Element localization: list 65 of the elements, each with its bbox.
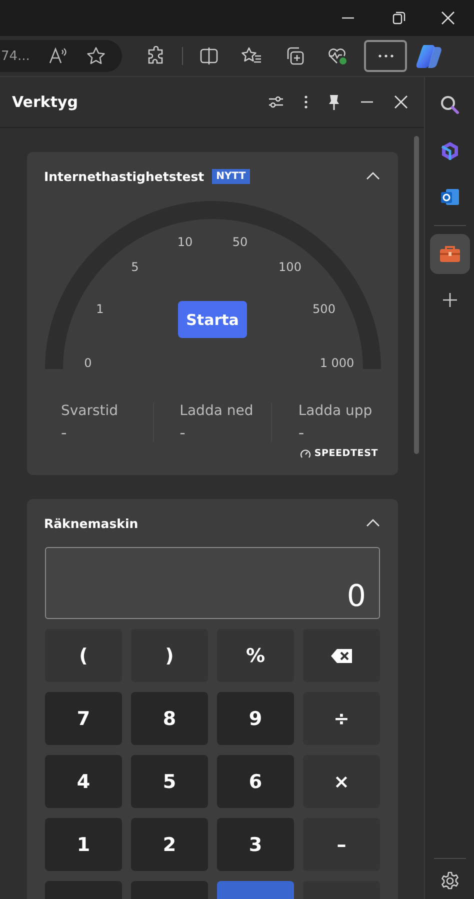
backspace-key[interactable] (303, 629, 380, 682)
start-button[interactable]: Starta (178, 301, 247, 338)
provider-logo-text: SPEEDTEST (314, 448, 378, 459)
minimize-icon[interactable] (360, 101, 374, 103)
backspace-icon (330, 648, 354, 664)
more-vertical-icon[interactable] (304, 95, 308, 109)
collapse-icon[interactable] (366, 519, 380, 527)
collapse-icon[interactable] (366, 172, 380, 180)
stat-label: Ladda upp (298, 403, 374, 419)
calculator-key[interactable]: % (217, 629, 294, 682)
heart-pulse-icon[interactable] (327, 46, 349, 66)
stat-value: - (61, 423, 68, 442)
settings-icon[interactable] (440, 871, 460, 891)
scrollbar-thumb[interactable] (414, 136, 419, 454)
stat-value: - (298, 423, 306, 442)
close-icon[interactable] (441, 11, 455, 25)
stat-label: Ladda ned (180, 403, 254, 419)
card-title: Räknemaskin (44, 516, 138, 530)
add-icon (442, 292, 458, 308)
gauge-tick-label: 1 000 (320, 356, 354, 370)
calculator-key[interactable]: 4 (45, 755, 122, 808)
calculator-key[interactable]: × (303, 755, 380, 808)
calculator-key[interactable]: 5 (131, 755, 208, 808)
address-bar[interactable]: 74... (0, 40, 122, 72)
collections-icon[interactable] (285, 46, 305, 66)
search-icon (440, 95, 460, 115)
split-screen-icon[interactable] (199, 47, 219, 65)
gauge-tick-label: 5 (131, 260, 139, 274)
stat-value: - (180, 423, 186, 442)
gauge-tick-label: 0 (84, 356, 92, 370)
toolbox-icon (438, 245, 460, 263)
read-aloud-icon[interactable] (48, 47, 68, 65)
gauge-tick-label: 100 (278, 260, 302, 274)
calculator-key[interactable]: 6 (217, 755, 294, 808)
restore-icon[interactable] (392, 11, 406, 25)
hexagon-logo-icon (440, 141, 460, 161)
calculator-key[interactable]: 2 (131, 818, 208, 871)
new-badge: NYTT (212, 168, 250, 184)
calculator-key[interactable]: 1 (45, 818, 122, 871)
mail-app-icon (440, 187, 460, 207)
calculator-key[interactable]: 9 (217, 692, 294, 745)
settings-sliders-icon[interactable] (268, 95, 284, 109)
more-icon (378, 54, 394, 58)
calculator-key[interactable]: ÷ (303, 692, 380, 745)
card-title: Internethastighetstest (44, 168, 204, 184)
close-icon[interactable] (394, 95, 408, 109)
calculator-key[interactable]: 7 (45, 692, 122, 745)
calculator-key[interactable]: ( (45, 629, 122, 682)
star-icon[interactable] (86, 46, 106, 66)
gauge-tick-label: 50 (232, 235, 248, 249)
calculator-key[interactable]: 3 (217, 818, 294, 871)
calculator-display[interactable]: 0 (45, 547, 380, 619)
gauge-tick-label: 1 (96, 302, 104, 316)
gauge-tick-label: 10 (177, 235, 193, 249)
calculator-key[interactable]: ) (131, 629, 208, 682)
stat-label: Svarstid (61, 403, 120, 419)
pin-icon[interactable] (328, 94, 340, 110)
calculator-key[interactable]: 8 (131, 692, 208, 745)
calculator-key[interactable]: – (303, 818, 380, 871)
tools-button[interactable] (430, 234, 470, 274)
url-text: 74... (1, 48, 30, 64)
gauge-tick-label: 500 (312, 302, 336, 316)
speedometer-icon (300, 448, 312, 459)
more-button[interactable] (364, 40, 407, 72)
panel-title: Verktyg (12, 93, 80, 111)
